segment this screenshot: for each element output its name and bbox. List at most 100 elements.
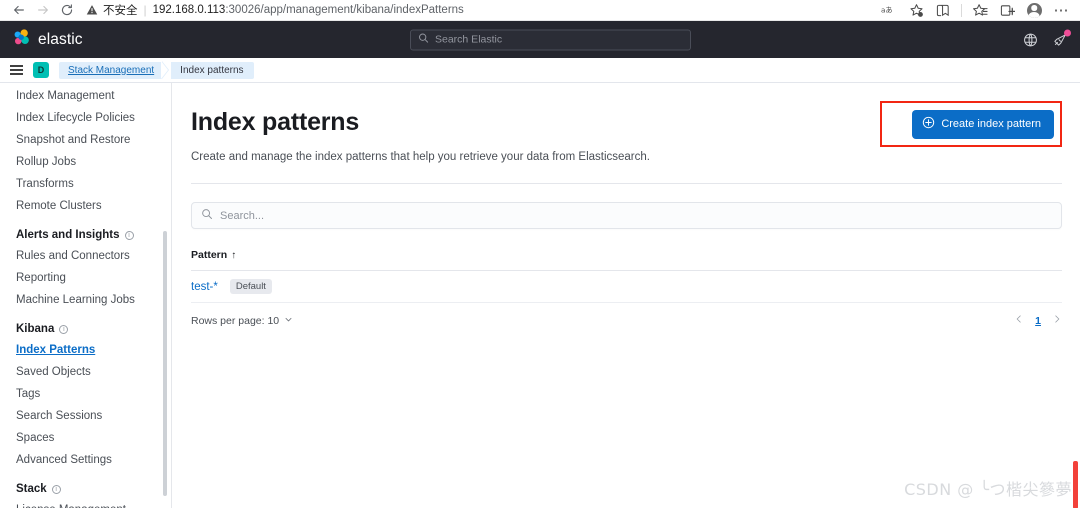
sidebar-item-transforms[interactable]: Transforms xyxy=(0,173,171,195)
sidebar-item-snapshot-and-restore[interactable]: Snapshot and Restore xyxy=(0,129,171,151)
chevron-left-icon[interactable] xyxy=(1014,314,1024,327)
page-scrollbar-thumb[interactable] xyxy=(1073,461,1078,508)
breadcrumb-bar: D Stack Management Index patterns xyxy=(0,58,1080,83)
notification-badge xyxy=(1064,29,1071,36)
collections-icon[interactable] xyxy=(934,1,952,19)
space-avatar[interactable]: D xyxy=(33,62,49,78)
page-title: Index patterns xyxy=(191,108,360,136)
address-bar[interactable]: 不安全 | 192.168.0.113:30026/app/management… xyxy=(86,1,880,19)
create-index-pattern-label: Create index pattern xyxy=(941,118,1041,130)
profile-avatar-icon[interactable] xyxy=(1025,1,1043,19)
search-input[interactable]: Search... xyxy=(191,202,1062,229)
table-header-row: Pattern ↑ xyxy=(191,249,1062,271)
sidebar-item-tags[interactable]: Tags xyxy=(0,383,171,405)
reload-icon[interactable] xyxy=(56,1,78,19)
chevron-right-icon[interactable] xyxy=(1052,314,1062,327)
main-content: Index patterns Create index pattern Crea… xyxy=(172,83,1080,508)
address-url: 192.168.0.113:30026/app/management/kiban… xyxy=(153,4,464,16)
sidebar-scrollbar-thumb[interactable] xyxy=(163,231,167,496)
rows-per-page-label: Rows per page: 10 xyxy=(191,314,280,327)
more-options-icon[interactable]: ⋯ xyxy=(1052,1,1070,19)
toolbar-divider xyxy=(961,3,962,17)
sidebar-item-search-sessions[interactable]: Search Sessions xyxy=(0,405,171,427)
hamburger-line xyxy=(10,65,23,67)
page-description: Create and manage the index patterns tha… xyxy=(191,151,650,163)
address-divider: | xyxy=(143,3,147,17)
chevron-down-icon xyxy=(284,315,293,326)
not-secure-warning-icon xyxy=(86,4,98,16)
breadcrumb-item-stack-management[interactable]: Stack Management xyxy=(59,61,163,79)
split-screen-icon[interactable] xyxy=(998,1,1016,19)
sidebar-group-kibana: Kibana i xyxy=(0,311,171,339)
svg-text:aあ: aあ xyxy=(881,5,893,14)
sidebar-item-spaces[interactable]: Spaces xyxy=(0,427,171,449)
app-body: Index Management Index Lifecycle Policie… xyxy=(0,83,1080,508)
sort-ascending-icon: ↑ xyxy=(231,249,237,261)
info-icon[interactable]: i xyxy=(51,484,61,494)
hamburger-line xyxy=(10,73,23,75)
plus-circle-icon xyxy=(922,116,935,132)
search-placeholder: Search... xyxy=(220,209,265,222)
url-host: 192.168.0.113 xyxy=(152,4,226,16)
table-pagination: Rows per page: 10 1 xyxy=(191,314,1062,327)
brand-name: elastic xyxy=(38,30,83,48)
column-header-label: Pattern xyxy=(191,249,228,261)
sidebar-item-saved-objects[interactable]: Saved Objects xyxy=(0,361,171,383)
browser-toolbar: 不安全 | 192.168.0.113:30026/app/management… xyxy=(0,0,1080,21)
sidebar-group-label: Alerts and Insights xyxy=(16,229,120,241)
back-arrow-icon[interactable] xyxy=(8,1,30,19)
more-dots: ⋯ xyxy=(1053,1,1069,19)
favorites-icon[interactable] xyxy=(971,1,989,19)
sidebar-item-license-management[interactable]: License Management xyxy=(0,499,171,508)
header-actions xyxy=(1023,29,1071,47)
sidebar-item-advanced-settings[interactable]: Advanced Settings xyxy=(0,449,171,471)
translate-icon[interactable]: aあ xyxy=(880,1,898,19)
search-icon xyxy=(201,207,213,225)
column-header-pattern[interactable]: Pattern ↑ xyxy=(191,249,236,261)
rows-per-page-selector[interactable]: Rows per page: 10 xyxy=(191,315,293,327)
security-status-text: 不安全 xyxy=(103,3,138,17)
browser-nav-buttons xyxy=(8,1,78,19)
info-icon[interactable]: i xyxy=(124,230,134,240)
index-patterns-table: Pattern ↑ test-* Default xyxy=(191,249,1062,303)
global-search-input[interactable]: Search Elastic xyxy=(410,29,691,50)
elastic-brand[interactable]: elastic xyxy=(12,28,83,52)
sidebar-group-label: Kibana xyxy=(16,323,55,335)
sidebar-item-rules-and-connectors[interactable]: Rules and Connectors xyxy=(0,245,171,267)
page-controls: 1 xyxy=(1014,314,1062,327)
sidebar-group-label: Stack xyxy=(16,483,47,495)
forward-arrow-icon[interactable] xyxy=(32,1,54,19)
section-divider xyxy=(191,183,1062,184)
browser-toolbar-actions: aあ ⋯ xyxy=(880,1,1072,19)
help-globe-icon[interactable] xyxy=(1023,32,1038,47)
elastic-logo-icon xyxy=(12,28,31,52)
page-header: Index patterns Create index pattern xyxy=(191,101,1062,147)
sidebar-item-remote-clusters[interactable]: Remote Clusters xyxy=(0,195,171,217)
hamburger-menu-icon[interactable] xyxy=(10,65,23,75)
megaphone-icon[interactable] xyxy=(1052,29,1071,47)
breadcrumb-item-index-patterns[interactable]: Index patterns xyxy=(171,61,254,79)
sidebar-group-stack: Stack i xyxy=(0,471,171,499)
sidebar-item-index-lifecycle-policies[interactable]: Index Lifecycle Policies xyxy=(0,107,171,129)
default-badge: Default xyxy=(229,279,272,294)
info-icon[interactable]: i xyxy=(59,324,69,334)
sidebar-item-reporting[interactable]: Reporting xyxy=(0,267,171,289)
global-search-placeholder: Search Elastic xyxy=(435,33,503,46)
create-index-pattern-button[interactable]: Create index pattern xyxy=(912,109,1054,139)
breadcrumb-label: Index patterns xyxy=(180,64,244,76)
sidebar-group-alerts-and-insights: Alerts and Insights i xyxy=(0,217,171,245)
url-path: :30026/app/management/kibana/indexPatter… xyxy=(225,4,464,16)
table-row[interactable]: test-* Default xyxy=(191,271,1062,303)
sidebar-scrollbar-track[interactable] xyxy=(163,83,169,508)
favorites-add-icon[interactable] xyxy=(907,1,925,19)
index-pattern-link[interactable]: test-* xyxy=(191,281,218,293)
breadcrumb-separator-icon xyxy=(161,61,170,79)
watermark: CSDN @ ╰つ楷尖篸夢 xyxy=(904,480,1072,499)
sidebar-item-index-patterns[interactable]: Index Patterns xyxy=(0,339,171,361)
hamburger-line xyxy=(10,69,23,71)
sidebar-item-rollup-jobs[interactable]: Rollup Jobs xyxy=(0,151,171,173)
sidebar-item-machine-learning-jobs[interactable]: Machine Learning Jobs xyxy=(0,289,171,311)
page-number-1[interactable]: 1 xyxy=(1035,315,1041,327)
avatar xyxy=(1026,2,1042,18)
sidebar-item-index-management[interactable]: Index Management xyxy=(0,85,171,107)
